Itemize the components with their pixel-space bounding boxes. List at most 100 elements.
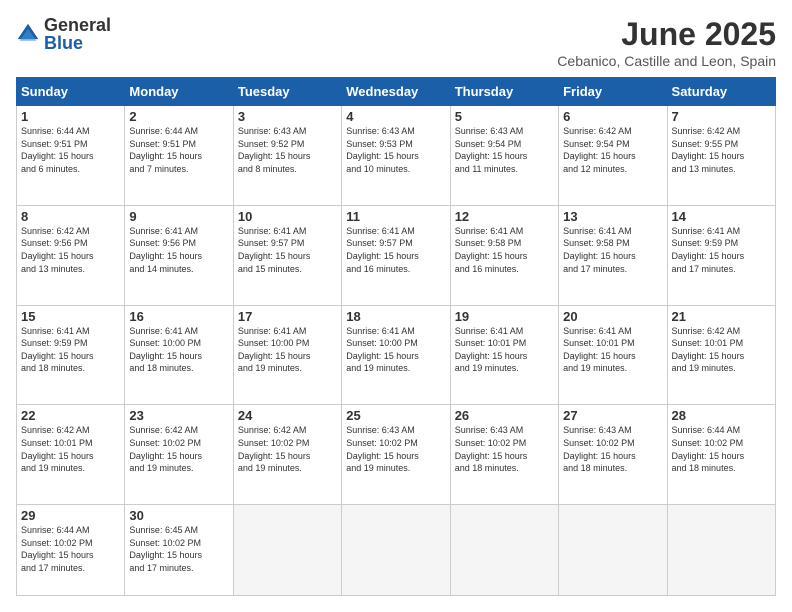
day-number: 27 [563,408,662,423]
day-info: Sunrise: 6:41 AM Sunset: 9:57 PM Dayligh… [238,225,337,275]
day-info: Sunrise: 6:42 AM Sunset: 10:01 PM Daylig… [21,424,120,474]
day-info: Sunrise: 6:41 AM Sunset: 10:00 PM Daylig… [346,325,445,375]
weekday-header-tuesday: Tuesday [233,78,341,106]
calendar-cell: 13Sunrise: 6:41 AM Sunset: 9:58 PM Dayli… [559,205,667,305]
calendar-cell: 24Sunrise: 6:42 AM Sunset: 10:02 PM Dayl… [233,405,341,505]
calendar-cell: 2Sunrise: 6:44 AM Sunset: 9:51 PM Daylig… [125,106,233,206]
calendar-cell: 20Sunrise: 6:41 AM Sunset: 10:01 PM Dayl… [559,305,667,405]
calendar-cell: 11Sunrise: 6:41 AM Sunset: 9:57 PM Dayli… [342,205,450,305]
day-number: 24 [238,408,337,423]
calendar-cell: 6Sunrise: 6:42 AM Sunset: 9:54 PM Daylig… [559,106,667,206]
calendar-cell: 10Sunrise: 6:41 AM Sunset: 9:57 PM Dayli… [233,205,341,305]
calendar-cell: 21Sunrise: 6:42 AM Sunset: 10:01 PM Dayl… [667,305,775,405]
day-number: 20 [563,309,662,324]
day-number: 19 [455,309,554,324]
day-info: Sunrise: 6:43 AM Sunset: 10:02 PM Daylig… [563,424,662,474]
day-number: 25 [346,408,445,423]
day-info: Sunrise: 6:42 AM Sunset: 10:02 PM Daylig… [238,424,337,474]
day-info: Sunrise: 6:43 AM Sunset: 9:53 PM Dayligh… [346,125,445,175]
day-number: 7 [672,109,771,124]
calendar-cell: 19Sunrise: 6:41 AM Sunset: 10:01 PM Dayl… [450,305,558,405]
logo-text: General Blue [44,16,111,52]
month-title: June 2025 [557,16,776,53]
calendar-cell: 26Sunrise: 6:43 AM Sunset: 10:02 PM Dayl… [450,405,558,505]
calendar-cell: 8Sunrise: 6:42 AM Sunset: 9:56 PM Daylig… [17,205,125,305]
day-info: Sunrise: 6:41 AM Sunset: 9:58 PM Dayligh… [455,225,554,275]
title-block: June 2025 Cebanico, Castille and Leon, S… [557,16,776,69]
logo: General Blue [16,16,111,52]
day-number: 14 [672,209,771,224]
calendar-cell [233,505,341,596]
day-info: Sunrise: 6:43 AM Sunset: 9:54 PM Dayligh… [455,125,554,175]
day-info: Sunrise: 6:41 AM Sunset: 10:01 PM Daylig… [563,325,662,375]
calendar-cell: 25Sunrise: 6:43 AM Sunset: 10:02 PM Dayl… [342,405,450,505]
calendar-cell: 23Sunrise: 6:42 AM Sunset: 10:02 PM Dayl… [125,405,233,505]
week-row-1: 1 Sunrise: 6:44 AM Sunset: 9:51 PM Daylig… [17,106,776,206]
page: General Blue June 2025 Cebanico, Castill… [0,0,792,612]
day-info: Sunrise: 6:43 AM Sunset: 10:02 PM Daylig… [346,424,445,474]
calendar-cell [450,505,558,596]
weekday-header-sunday: Sunday [17,78,125,106]
day-info: Sunrise: 6:45 AM Sunset: 10:02 PM Daylig… [129,524,228,574]
day-number: 4 [346,109,445,124]
week-row-4: 22Sunrise: 6:42 AM Sunset: 10:01 PM Dayl… [17,405,776,505]
day-info: Sunrise: 6:41 AM Sunset: 10:00 PM Daylig… [129,325,228,375]
day-info: Sunrise: 6:41 AM Sunset: 10:00 PM Daylig… [238,325,337,375]
day-number: 22 [21,408,120,423]
day-number: 10 [238,209,337,224]
day-number: 2 [129,109,228,124]
calendar-cell: 16Sunrise: 6:41 AM Sunset: 10:00 PM Dayl… [125,305,233,405]
weekday-header-friday: Friday [559,78,667,106]
day-info: Sunrise: 6:41 AM Sunset: 9:59 PM Dayligh… [21,325,120,375]
day-number: 5 [455,109,554,124]
day-info: Sunrise: 6:42 AM Sunset: 9:55 PM Dayligh… [672,125,771,175]
day-number: 13 [563,209,662,224]
day-number: 9 [129,209,228,224]
day-info: Sunrise: 6:44 AM Sunset: 9:51 PM Dayligh… [129,125,228,175]
calendar-cell [559,505,667,596]
calendar-cell: 17Sunrise: 6:41 AM Sunset: 10:00 PM Dayl… [233,305,341,405]
weekday-header-monday: Monday [125,78,233,106]
day-number: 30 [129,508,228,523]
day-number: 1 [21,109,120,124]
day-info: Sunrise: 6:41 AM Sunset: 10:01 PM Daylig… [455,325,554,375]
day-info: Sunrise: 6:43 AM Sunset: 9:52 PM Dayligh… [238,125,337,175]
calendar-cell: 1Sunrise: 6:44 AM Sunset: 9:51 PM Daylig… [17,106,125,206]
day-number: 26 [455,408,554,423]
calendar-cell: 28Sunrise: 6:44 AM Sunset: 10:02 PM Dayl… [667,405,775,505]
day-number: 21 [672,309,771,324]
calendar-cell: 18Sunrise: 6:41 AM Sunset: 10:00 PM Dayl… [342,305,450,405]
calendar-cell: 14Sunrise: 6:41 AM Sunset: 9:59 PM Dayli… [667,205,775,305]
location: Cebanico, Castille and Leon, Spain [557,53,776,69]
day-number: 8 [21,209,120,224]
day-info: Sunrise: 6:43 AM Sunset: 10:02 PM Daylig… [455,424,554,474]
day-info: Sunrise: 6:44 AM Sunset: 10:02 PM Daylig… [21,524,120,574]
day-info: Sunrise: 6:42 AM Sunset: 9:54 PM Dayligh… [563,125,662,175]
day-number: 29 [21,508,120,523]
day-number: 16 [129,309,228,324]
calendar-cell [342,505,450,596]
day-number: 17 [238,309,337,324]
day-number: 11 [346,209,445,224]
calendar-table: SundayMondayTuesdayWednesdayThursdayFrid… [16,77,776,596]
calendar-cell: 7Sunrise: 6:42 AM Sunset: 9:55 PM Daylig… [667,106,775,206]
day-number: 12 [455,209,554,224]
calendar-cell: 15Sunrise: 6:41 AM Sunset: 9:59 PM Dayli… [17,305,125,405]
day-number: 18 [346,309,445,324]
calendar-cell: 4Sunrise: 6:43 AM Sunset: 9:53 PM Daylig… [342,106,450,206]
day-info: Sunrise: 6:41 AM Sunset: 9:59 PM Dayligh… [672,225,771,275]
calendar-cell: 29Sunrise: 6:44 AM Sunset: 10:02 PM Dayl… [17,505,125,596]
logo-general: General [44,16,111,34]
day-number: 15 [21,309,120,324]
weekday-header-row: SundayMondayTuesdayWednesdayThursdayFrid… [17,78,776,106]
calendar-cell: 30Sunrise: 6:45 AM Sunset: 10:02 PM Dayl… [125,505,233,596]
week-row-3: 15Sunrise: 6:41 AM Sunset: 9:59 PM Dayli… [17,305,776,405]
calendar-cell: 22Sunrise: 6:42 AM Sunset: 10:01 PM Dayl… [17,405,125,505]
calendar-cell: 5Sunrise: 6:43 AM Sunset: 9:54 PM Daylig… [450,106,558,206]
day-number: 6 [563,109,662,124]
day-info: Sunrise: 6:44 AM Sunset: 10:02 PM Daylig… [672,424,771,474]
calendar-cell [667,505,775,596]
logo-icon [16,22,40,46]
logo-blue: Blue [44,34,111,52]
day-info: Sunrise: 6:41 AM Sunset: 9:56 PM Dayligh… [129,225,228,275]
